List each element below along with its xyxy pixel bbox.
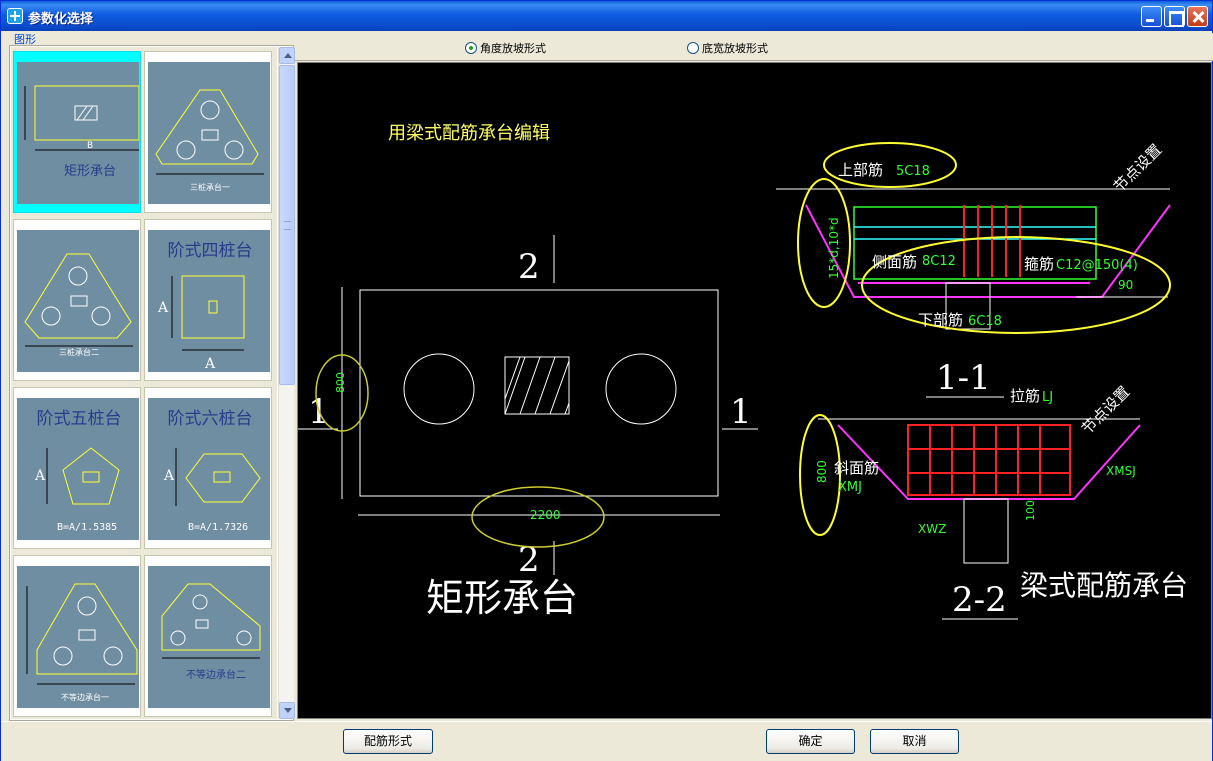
drawing-heading: 用梁式配筋承台编辑 bbox=[388, 123, 550, 144]
caption-rect-cap: 矩形承台 bbox=[426, 576, 578, 620]
dim-100: 100 bbox=[1024, 500, 1037, 521]
node-setting-2: 节点设置 bbox=[1078, 383, 1133, 438]
three-pile-1-preview: 三桩承台一 bbox=[155, 89, 264, 192]
section-mark-1-right: 1 bbox=[730, 392, 752, 432]
close-icon[interactable] bbox=[1187, 6, 1208, 27]
label-bottom-bar: 下部筋 bbox=[918, 311, 963, 329]
node-setting-1: 节点设置 bbox=[1110, 141, 1165, 196]
label-side-bar: 侧面筋 bbox=[872, 253, 917, 271]
thumbnail-unequal-side-1[interactable]: 不等边承台一 bbox=[13, 555, 141, 717]
value-bottom-bar: 6C18 bbox=[968, 314, 1002, 329]
thumb-label: 不等边承台一 bbox=[61, 692, 109, 702]
cancel-button[interactable]: 取消 bbox=[870, 729, 959, 754]
title-bar: 参数化选择 bbox=[1, 1, 1212, 31]
ok-button[interactable]: 确定 bbox=[766, 729, 855, 754]
cad-preview-canvas: 用梁式配筋承台编辑 2 2 1 1 800 2200 矩形承台 上部筋 5C18… bbox=[297, 62, 1212, 719]
three-pile-2-preview: 三桩承台二 bbox=[24, 253, 133, 357]
stepped-six-pile-preview: 阶式六桩台 A B=A/1.7326 bbox=[163, 409, 261, 533]
thumbnail-three-pile-2[interactable]: 三桩承台二 bbox=[13, 219, 141, 381]
window-title: 参数化选择 bbox=[28, 12, 94, 27]
thumb-dim-a: A bbox=[157, 300, 169, 316]
dim-width-2200: 2200 bbox=[530, 508, 561, 522]
label-tie-bar: 拉筋 bbox=[1010, 387, 1040, 405]
dim-800-section: 800 bbox=[815, 460, 829, 483]
svg-text:阶式六桩台: 阶式六桩台 bbox=[168, 409, 253, 429]
dialog-footer: 配筋形式 确定 取消 bbox=[1, 721, 1212, 761]
radio-unselected-icon[interactable] bbox=[687, 42, 699, 54]
label-top-bar: 上部筋 bbox=[838, 161, 883, 179]
slope-angle: 90 bbox=[1118, 278, 1133, 292]
radio-width-slope[interactable]: 底宽放坡形式 bbox=[687, 40, 768, 56]
label-xmsj: XMSJ bbox=[1106, 464, 1136, 478]
stepped-five-pile-preview: 阶式五桩台 A B=A/1.5385 bbox=[34, 409, 122, 533]
thumbnail-stepped-five-pile[interactable]: 阶式五桩台 A B=A/1.5385 bbox=[13, 387, 141, 549]
value-top-bar: 5C18 bbox=[896, 164, 930, 179]
caption-beam-cap: 梁式配筋承台 bbox=[1020, 569, 1188, 602]
svg-text:阶式五桩台: 阶式五桩台 bbox=[37, 409, 122, 429]
value-tie-bar: LJ bbox=[1042, 390, 1053, 405]
thumb-formula: B=A/1.5385 bbox=[57, 522, 117, 533]
thumbnail-stepped-four-pile[interactable]: 阶式四桩台 A A bbox=[144, 219, 272, 381]
app-icon bbox=[7, 8, 23, 24]
radio-angle-slope[interactable]: 角度放坡形式 bbox=[465, 40, 546, 56]
thumb-dim-b: B bbox=[87, 141, 93, 151]
thumbnail-rect-cap[interactable]: B 矩形承台 bbox=[13, 51, 141, 213]
thumb-label: 矩形承台 bbox=[64, 164, 116, 179]
dim-height-800: 800 bbox=[334, 372, 347, 393]
section-mark-2-top: 2 bbox=[518, 247, 540, 287]
label-stirrup: 箍筋 bbox=[1024, 255, 1054, 273]
value-side-bar: 8C12 bbox=[922, 254, 956, 269]
cad-drawing: 用梁式配筋承台编辑 2 2 1 1 800 2200 矩形承台 上部筋 5C18… bbox=[298, 123, 1188, 620]
shape-thumbnails: B 矩形承台 三桩承台一 三桩承台二 阶式四桩台 A A 阶式五桩台 A B=A… bbox=[11, 47, 277, 719]
thumb-label: 三桩承台一 bbox=[190, 182, 230, 192]
section-title-2-2: 2-2 bbox=[952, 580, 1007, 620]
label-xwz: XWZ bbox=[918, 522, 946, 536]
label-slope-bar: 斜面筋 bbox=[834, 459, 879, 477]
unequal-side-2-preview: 不等边承台二 bbox=[161, 583, 261, 681]
value-slope-bar: XMJ bbox=[838, 480, 862, 495]
shape-list-panel: B 矩形承台 三桩承台一 三桩承台二 阶式四桩台 A A 阶式五桩台 A B=A… bbox=[9, 45, 295, 721]
thumb-label: 三桩承台二 bbox=[59, 347, 99, 357]
thumb-label: 阶式四桩台 bbox=[168, 241, 253, 261]
thumbnail-unequal-side-2[interactable]: 不等边承台二 bbox=[144, 555, 272, 717]
thumbnail-stepped-six-pile[interactable]: 阶式六桩台 A B=A/1.7326 bbox=[144, 387, 272, 549]
thumb-formula: B=A/1.7326 bbox=[188, 522, 248, 533]
minimize-icon[interactable] bbox=[1141, 6, 1162, 27]
svg-text:A: A bbox=[204, 356, 216, 372]
thumbnail-scrollbar[interactable] bbox=[278, 47, 295, 719]
scroll-thumb[interactable] bbox=[279, 65, 295, 385]
svg-text:A: A bbox=[34, 468, 46, 484]
svg-text:A: A bbox=[163, 468, 175, 484]
slope-option-bar: 角度放坡形式 底宽放坡形式 bbox=[295, 33, 1213, 61]
rebar-form-button[interactable]: 配筋形式 bbox=[343, 729, 433, 754]
unequal-side-1-preview: 不等边承台一 bbox=[26, 583, 138, 702]
anchor-length: 15*d,10*d bbox=[827, 217, 841, 279]
thumbnail-three-pile-1[interactable]: 三桩承台一 bbox=[144, 51, 272, 213]
value-stirrup: C12@150(4) bbox=[1056, 258, 1138, 273]
scroll-up-icon[interactable] bbox=[279, 47, 295, 64]
radio-selected-icon[interactable] bbox=[465, 42, 477, 54]
thumb-label: 不等边承台二 bbox=[186, 668, 246, 681]
stepped-four-pile-preview: 阶式四桩台 A A bbox=[157, 241, 253, 372]
maximize-icon[interactable] bbox=[1164, 6, 1185, 27]
scroll-down-icon[interactable] bbox=[279, 702, 295, 719]
section-title-1-1: 1-1 bbox=[936, 358, 991, 398]
parametric-selection-window: 参数化选择 图形 B 矩形承台 三桩承台一 三桩承台二 阶式四桩台 A A 阶式… bbox=[0, 0, 1213, 761]
rect-cap-preview: B 矩形承台 bbox=[24, 85, 139, 179]
